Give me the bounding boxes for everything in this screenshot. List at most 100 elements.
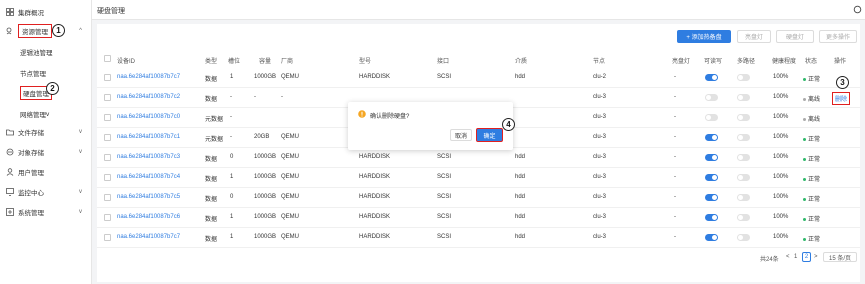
col-health: 健康程度 [772,59,797,65]
sidebar-item-nodes[interactable]: 节点管理 [0,64,92,82]
col-vendor: 厂商 [281,59,294,65]
cell-device-id[interactable]: naa.6e284af10087b7c6 [117,214,180,220]
col-rw: 可读写 [704,59,723,65]
refresh-icon[interactable] [853,5,862,14]
multipath-toggle[interactable] [737,94,750,101]
cell-media: hdd [515,154,526,160]
multipath-toggle[interactable] [737,114,750,121]
cell-slot: 0 [230,194,234,200]
cell-type: 元数据 [205,137,224,143]
cell-media: hdd [515,174,526,180]
status-dot [803,117,806,121]
chevron-down-icon: v [79,149,82,155]
col-type: 类型 [205,59,218,65]
cell-device-id[interactable]: naa.6e284af10087b7c3 [117,154,180,160]
confirm-button[interactable]: 确定 [476,128,503,142]
page-size-select[interactable]: 15 条/页 [823,252,857,262]
chevron-up-icon: ^ [79,28,82,34]
sidebar-item-users[interactable]: 用户管理 [0,163,92,181]
col-media: 介质 [515,59,528,65]
rw-toggle[interactable] [705,94,718,101]
cell-device-id[interactable]: naa.6e284af10087b7c1 [117,134,180,140]
cell-node: clu-3 [593,194,607,200]
cell-type: 数据 [205,77,218,83]
cell-device-id[interactable]: naa.6e284af10087b7c7 [117,234,180,240]
cell-device-id[interactable]: naa.6e284af10087b7c0 [117,114,180,120]
cell-health: 100% [773,94,789,100]
rw-toggle[interactable] [705,214,718,221]
sidebar-item-cluster-overview[interactable]: 集群概况 [0,3,92,21]
pager-prev[interactable]: < [786,254,790,260]
col-model: 型号 [359,59,372,65]
multipath-toggle[interactable] [737,154,750,161]
multipath-toggle[interactable] [737,234,750,241]
multipath-toggle[interactable] [737,194,750,201]
sidebar-item-label: 对象存储 [18,150,44,157]
sidebar-item-logical-pool[interactable]: 逻辑池管理 [0,43,92,61]
cancel-button[interactable]: 取消 [450,129,472,141]
disk-light-button[interactable]: 硬盘灯 [776,30,814,43]
select-all-checkbox[interactable] [104,55,111,62]
rw-toggle[interactable] [705,174,718,181]
monitor-icon [6,188,14,196]
multipath-toggle[interactable] [737,174,750,181]
status-badge: 正常 [803,174,820,183]
add-hot-spare-button[interactable]: + 添加热备盘 [677,30,731,43]
row-checkbox[interactable] [104,74,111,81]
multipath-toggle[interactable] [737,74,750,81]
pager-page-2[interactable]: 2 [802,252,811,262]
cell-vendor: QEMU [281,134,299,140]
sidebar-item-label: 系统管理 [18,210,44,217]
cell-device-id[interactable]: naa.6e284af10087b7c4 [117,174,180,180]
sidebar-item-system[interactable]: 系统管理 v [0,203,92,221]
row-checkbox[interactable] [104,234,111,241]
row-checkbox[interactable] [104,134,111,141]
sidebar-item-label: 用户管理 [18,170,44,177]
sidebar-item-network[interactable]: 网络管理 v [0,105,92,123]
cell-health: 100% [773,154,789,160]
status-text: 正常 [808,177,821,183]
rw-toggle[interactable] [705,114,718,121]
cell-slot: 1 [230,174,234,180]
cell-interface: SCSI [437,154,452,160]
sidebar-item-object-storage[interactable]: 对象存储 v [0,143,92,161]
delete-link[interactable]: 删除 [832,92,851,105]
cell-light: - [674,194,676,200]
rw-toggle[interactable] [705,154,718,161]
cell-type: 数据 [205,217,218,223]
multipath-toggle[interactable] [737,214,750,221]
cell-light: - [674,234,676,240]
row-checkbox[interactable] [104,174,111,181]
cell-model: HARDDISK [359,174,391,180]
sidebar-item-file-storage[interactable]: 文件存储 v [0,123,92,141]
multipath-toggle[interactable] [737,134,750,141]
row-checkbox[interactable] [104,114,111,121]
more-actions-button[interactable]: 更多操作 [819,30,857,43]
status-text: 正常 [808,237,821,243]
cell-device-id[interactable]: naa.6e284af10087b7c2 [117,94,180,100]
cell-light: - [674,134,676,140]
cell-node: clu-3 [593,94,607,100]
rw-toggle[interactable] [705,134,718,141]
sidebar-item-monitoring[interactable]: 监控中心 v [0,183,92,201]
pager-next[interactable]: > [814,254,818,260]
row-checkbox[interactable] [104,214,111,221]
row-checkbox[interactable] [104,94,111,101]
rw-toggle[interactable] [705,74,718,81]
cell-device-id[interactable]: naa.6e284af10087b7c7 [117,74,180,80]
table-row: naa.6e284af10087b7c4 数据 1 1000GB QEMU HARDDIS… [97,168,860,188]
status-dot [803,157,806,161]
row-checkbox[interactable] [104,194,111,201]
light-disk-button[interactable]: 亮盘灯 [737,30,771,43]
col-device-id: 设备ID [117,59,136,65]
resource-icon [6,27,14,35]
pager-page-1[interactable]: 1 [794,254,797,260]
cell-device-id[interactable]: naa.6e284af10087b7c5 [117,194,180,200]
sidebar-item-resource-management[interactable]: 资源管理 ^ [0,22,92,40]
row-checkbox[interactable] [104,154,111,161]
page-title: 硬盘管理 [97,8,125,15]
rw-toggle[interactable] [705,194,718,201]
rw-toggle[interactable] [705,234,718,241]
sidebar: 集群概况 资源管理 ^ 1 逻辑池管理 节点管理 硬盘管理 2 网络管理 v 文件… [0,0,92,284]
status-badge: 正常 [803,194,820,203]
